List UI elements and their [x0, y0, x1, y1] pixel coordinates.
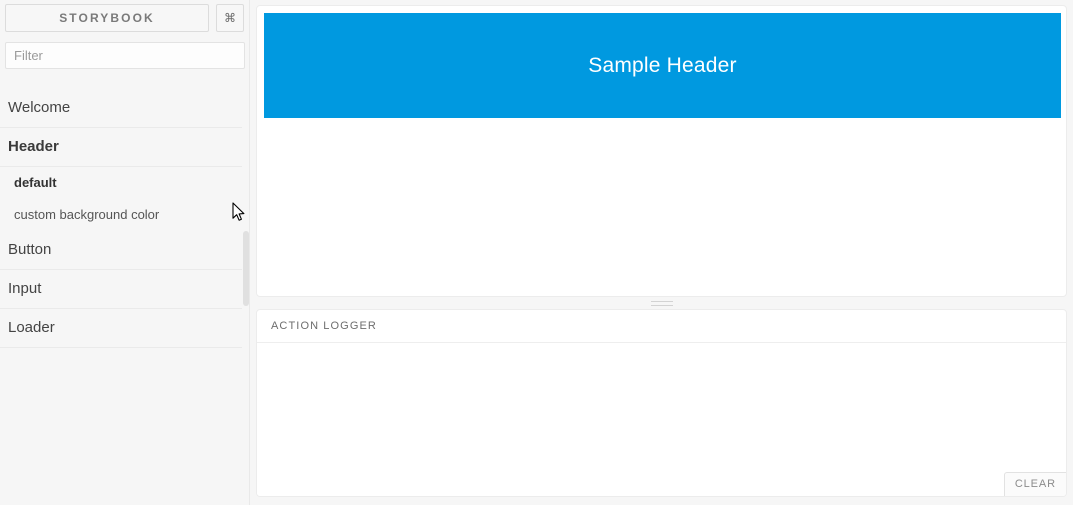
story-group: Loader — [0, 309, 250, 348]
story-group: Button — [0, 231, 250, 270]
story-group: Header default custom background color — [0, 128, 250, 231]
command-icon[interactable]: ⌘ — [216, 4, 244, 32]
main-area: Sample Header ACTION LOGGER CLEAR — [250, 0, 1073, 505]
filter-container — [0, 32, 250, 69]
story-item-custom-background-color[interactable]: custom background color — [0, 199, 250, 231]
action-logger-body: CLEAR — [257, 343, 1066, 496]
sidebar-item-welcome[interactable]: Welcome — [0, 89, 242, 128]
story-group: Welcome — [0, 89, 250, 128]
sidebar-item-header[interactable]: Header — [0, 128, 242, 167]
storybook-app: STORYBOOK ⌘ WelcomeHeaderdefaultcustom b… — [0, 0, 1073, 505]
drag-handle-icon — [650, 300, 673, 306]
sample-header-title: Sample Header — [588, 53, 737, 77]
action-logger-panel: ACTION LOGGER CLEAR — [256, 309, 1067, 497]
sidebar-header: STORYBOOK ⌘ — [0, 0, 250, 32]
sidebar-item-input[interactable]: Input — [0, 270, 242, 309]
story-list: Welcome Header default custom background co… — [0, 89, 250, 348]
sample-header-component: Sample Header — [264, 13, 1061, 118]
story-sublist: default custom background color — [0, 167, 250, 231]
action-logger-title: ACTION LOGGER — [257, 310, 1066, 343]
preview-panel: Sample Header — [256, 5, 1067, 297]
storybook-brand-button[interactable]: STORYBOOK — [5, 4, 209, 32]
sidebar-item-button[interactable]: Button — [0, 231, 242, 270]
sidebar-item-loader[interactable]: Loader — [0, 309, 242, 348]
story-group: Input — [0, 270, 250, 309]
preview-iframe-content: Sample Header — [257, 6, 1066, 296]
sidebar: STORYBOOK ⌘ WelcomeHeaderdefaultcustom b… — [0, 0, 250, 505]
story-item-default[interactable]: default — [0, 167, 250, 199]
search-input[interactable] — [5, 42, 245, 69]
clear-button[interactable]: CLEAR — [1003, 472, 1066, 496]
panel-resizer[interactable] — [256, 297, 1067, 309]
